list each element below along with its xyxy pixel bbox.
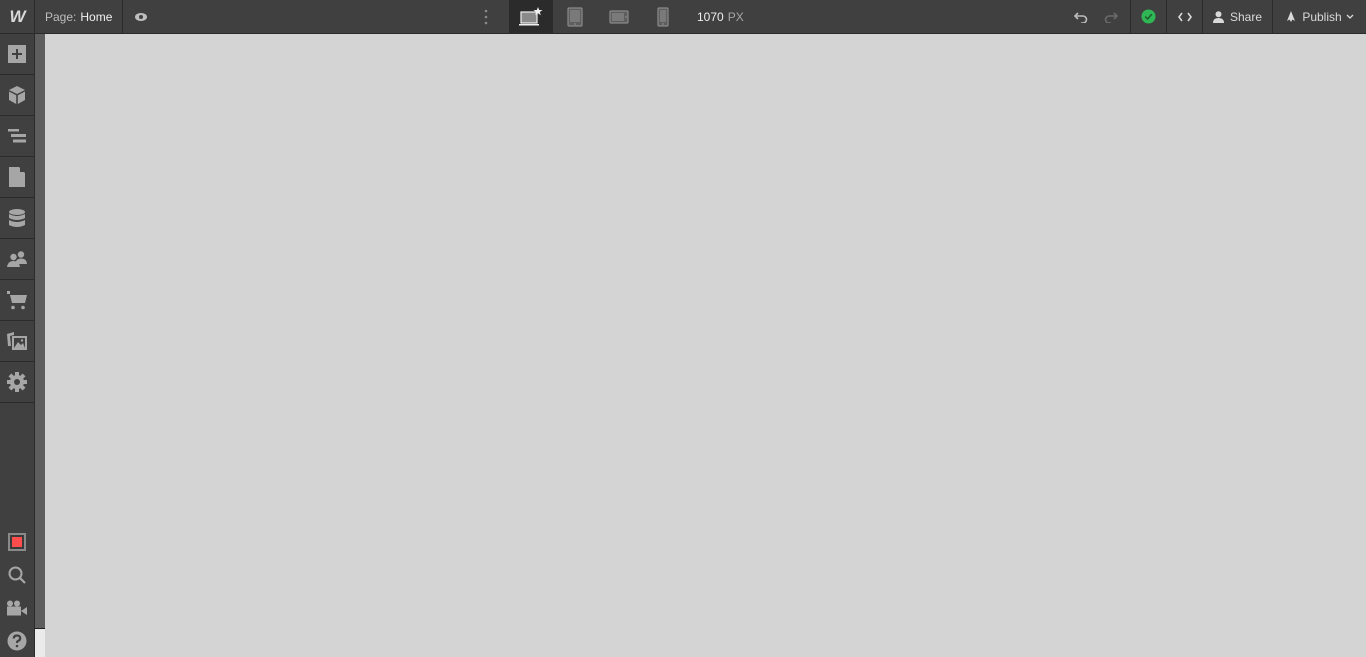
undo-icon <box>1074 11 1088 23</box>
navigator-icon <box>8 129 26 143</box>
eye-icon <box>134 12 148 22</box>
breakpoint-mobile-portrait[interactable] <box>641 0 685 33</box>
page-name: Home <box>80 9 113 24</box>
width-unit: PX <box>727 9 744 24</box>
right-toolbar: Share Publish <box>1066 0 1366 33</box>
symbols-icon <box>8 86 26 104</box>
logo[interactable]: W <box>0 0 35 33</box>
chevron-down-icon <box>1346 14 1354 19</box>
width-value: 1070 <box>697 9 724 24</box>
sidebar-item-symbols[interactable] <box>0 75 34 116</box>
more-options-button[interactable] <box>476 0 496 33</box>
ecommerce-icon <box>7 290 27 310</box>
design-canvas[interactable] <box>45 34 1366 657</box>
check-circle-icon <box>1141 9 1156 24</box>
page-selector[interactable]: Page: Home <box>35 0 124 33</box>
desktop-star-icon <box>518 6 544 27</box>
sidebar-item-add[interactable] <box>0 34 34 75</box>
code-icon <box>1177 12 1192 22</box>
help-button[interactable] <box>0 624 34 657</box>
mobile-portrait-icon <box>657 6 669 27</box>
search-icon <box>8 566 26 584</box>
share-label: Share <box>1229 9 1263 24</box>
publish-label: Publish <box>1302 9 1342 24</box>
user-icon <box>1212 10 1224 23</box>
breakpoint-mobile-landscape[interactable] <box>597 0 641 33</box>
mobile-landscape-icon <box>609 9 629 24</box>
left-sidebar <box>0 34 35 657</box>
canvas-left-gutter-footer <box>35 628 45 657</box>
sidebar-item-pages[interactable] <box>0 157 34 198</box>
pages-icon <box>9 167 25 187</box>
undo-button[interactable] <box>1066 0 1096 33</box>
canvas-left-gutter <box>35 34 45 628</box>
rocket-icon <box>1285 10 1297 23</box>
sidebar-item-settings[interactable] <box>0 362 34 403</box>
code-export-button[interactable] <box>1166 0 1202 33</box>
sidebar-item-users[interactable] <box>0 239 34 280</box>
sidebar-item-ecommerce[interactable] <box>0 280 34 321</box>
top-bar: W Page: Home 1070 PX Share Publish <box>0 0 1366 34</box>
audit-icon <box>8 532 26 551</box>
sidebar-bottom-tools <box>0 525 34 657</box>
tablet-icon <box>567 6 583 27</box>
add-panel-icon <box>8 45 26 63</box>
breakpoint-desktop[interactable] <box>509 0 553 33</box>
preview-button[interactable] <box>123 0 159 33</box>
share-button[interactable]: Share <box>1202 0 1272 33</box>
search-button[interactable] <box>0 558 34 591</box>
publish-button[interactable]: Publish <box>1272 0 1366 33</box>
redo-icon <box>1104 11 1118 23</box>
breakpoint-tablet[interactable] <box>553 0 597 33</box>
help-icon <box>7 631 27 651</box>
users-icon <box>7 251 27 267</box>
redo-button[interactable] <box>1096 0 1126 33</box>
canvas-width-readout: 1070 PX <box>697 0 744 33</box>
save-status-indicator[interactable] <box>1130 0 1166 33</box>
video-tutorials-button[interactable] <box>0 591 34 624</box>
audit-button[interactable] <box>0 525 34 558</box>
page-prefix: Page: <box>45 9 77 24</box>
settings-icon <box>7 372 27 392</box>
sidebar-item-cms[interactable] <box>0 198 34 239</box>
sidebar-item-assets[interactable] <box>0 321 34 362</box>
sidebar-item-navigator[interactable] <box>0 116 34 157</box>
video-tutorials-icon <box>6 600 28 616</box>
vertical-dots-icon <box>484 9 488 25</box>
assets-icon <box>7 332 27 350</box>
cms-icon <box>9 208 25 228</box>
